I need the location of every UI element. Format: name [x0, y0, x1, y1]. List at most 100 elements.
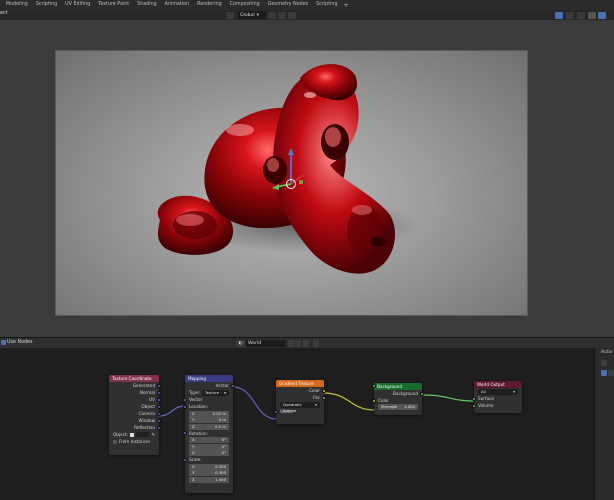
object-menu[interactable]: ect: [0, 11, 7, 16]
eyedropper-icon[interactable]: ✎: [151, 431, 155, 438]
use-nodes-checkbox[interactable]: [1, 340, 6, 345]
output-reflection: Reflection: [109, 424, 161, 431]
pivot-icon[interactable]: [268, 12, 276, 19]
rotation-y-field[interactable]: Y 0°: [189, 443, 229, 450]
output-generated: Generated: [109, 382, 161, 389]
background-node[interactable]: Background Background Color Strength 1.00…: [372, 383, 424, 415]
from-instancer-checkbox[interactable]: [113, 439, 117, 444]
scale-y-field[interactable]: Y 0.300: [189, 470, 229, 476]
scale-x-field[interactable]: X 0.300: [189, 463, 229, 470]
tab-animation[interactable]: Animation: [161, 0, 193, 10]
output-uv: UV: [109, 396, 161, 403]
socket-strength-in[interactable]: [372, 384, 376, 388]
pin-icon[interactable]: [313, 340, 319, 347]
chevron-down-icon: ▾: [224, 389, 226, 395]
overlay-icon[interactable]: [566, 12, 574, 19]
tab-modeling[interactable]: Modeling: [2, 0, 32, 10]
tab-rendering[interactable]: Rendering: [193, 0, 226, 10]
socket-background-out[interactable]: [420, 391, 424, 396]
tab-texture-paint[interactable]: Texture Paint: [94, 0, 133, 10]
socket-window[interactable]: [157, 418, 161, 423]
socket-gradient-color-out[interactable]: [322, 388, 326, 393]
link-mapping-to-gradient[interactable]: [232, 386, 277, 420]
socket-generated[interactable]: [157, 383, 161, 388]
socket-mapping-vector-out[interactable]: [231, 383, 235, 388]
mapping-node[interactable]: Mapping Vector Type: Texture ▾ Vector Loc…: [183, 375, 235, 493]
orientation-label: Global: [240, 12, 255, 18]
world-output-node[interactable]: World Output All ▾ Surface Volume: [472, 381, 522, 413]
gradient-texture-title: Gradient Texture: [276, 380, 324, 387]
location-label-row: Location:: [183, 403, 233, 410]
tab-compositing[interactable]: Compositing: [226, 0, 264, 10]
socket-mapping-vector-in[interactable]: [183, 397, 187, 402]
shading-solid-icon[interactable]: [588, 12, 596, 19]
world-icon[interactable]: ◐: [236, 340, 245, 347]
use-nodes-label: Use Nodes: [7, 340, 33, 345]
unlink-icon[interactable]: [303, 340, 309, 347]
socket-background-color-in[interactable]: [372, 398, 376, 403]
background-color-input: Color: [372, 397, 422, 404]
new-world-icon[interactable]: [295, 340, 301, 347]
orientation-icon[interactable]: [226, 12, 234, 19]
socket-camera[interactable]: [157, 411, 161, 416]
socket-uv[interactable]: [157, 397, 161, 402]
output-normal: Normal: [109, 389, 161, 396]
socket-gradient-fac-out[interactable]: [322, 395, 326, 400]
add-workspace-button[interactable]: +: [342, 2, 349, 9]
socket-location-in[interactable]: [183, 404, 187, 409]
tool-option-icon[interactable]: [608, 370, 614, 376]
shader-node-editor[interactable]: Texture Coordinate Generated Normal UV O…: [0, 348, 614, 500]
output-object: Object: [109, 403, 161, 410]
active-tool-label: Activ: [601, 350, 613, 355]
socket-object[interactable]: [157, 404, 161, 409]
link-camera-to-vector[interactable]: [158, 405, 186, 417]
world-output-surface: Surface: [472, 395, 522, 402]
texture-coordinate-node[interactable]: Texture Coordinate Generated Normal UV O…: [109, 375, 161, 455]
socket-normal[interactable]: [157, 390, 161, 395]
suzanne-monkey-render: [157, 64, 420, 274]
background-title: Background: [374, 383, 422, 390]
gradient-texture-node[interactable]: Gradient Texture Color Fac Quadratic Sph…: [274, 380, 326, 424]
background-strength-field[interactable]: Strength 1.000: [372, 384, 418, 410]
socket-volume-in[interactable]: [472, 403, 476, 408]
properties-side-panel: Activ: [594, 348, 614, 500]
scale-label-row: Scale:: [183, 456, 233, 463]
tab-sculpting[interactable]: Scripting: [32, 0, 61, 10]
tab-scripting[interactable]: Scripting: [312, 0, 341, 10]
object-row: Object: ✎: [113, 431, 155, 438]
mapping-vector-input: Vector: [183, 396, 233, 403]
link-gradient-to-background[interactable]: [322, 392, 375, 411]
tab-shading[interactable]: Shading: [133, 0, 161, 10]
mapping-title: Mapping: [185, 375, 233, 382]
viewport-gizmo-icon[interactable]: [555, 12, 563, 19]
select-tool-icon[interactable]: [601, 370, 607, 376]
fake-user-icon[interactable]: [288, 340, 294, 347]
blender-window: { "workspace_tabs": ["Modeling", "Script…: [0, 0, 614, 500]
node-links: [158, 386, 475, 420]
snap-icon[interactable]: [278, 12, 286, 19]
world-datablock-field[interactable]: World: [246, 340, 286, 347]
mapping-type-dropdown[interactable]: Texture ▾: [202, 389, 229, 396]
object-field[interactable]: [135, 432, 150, 437]
socket-rotation-in[interactable]: [183, 431, 187, 435]
chevron-down-icon: ▾: [256, 12, 259, 18]
location-y-field[interactable]: Y0 m: [189, 417, 229, 423]
shading-rendered-icon[interactable]: [598, 12, 606, 19]
proportional-edit-icon[interactable]: [288, 12, 296, 19]
rotation-x-field[interactable]: X 0°: [189, 437, 229, 443]
tab-uv-editing[interactable]: UV Editing: [61, 0, 94, 10]
link-background-to-surface[interactable]: [421, 394, 475, 402]
location-x-field[interactable]: X 0.02 m: [189, 410, 229, 417]
socket-surface-in[interactable]: [472, 396, 476, 401]
transform-orientation-dropdown[interactable]: Global ▾: [238, 11, 266, 19]
socket-gradient-vector-in[interactable]: [274, 409, 278, 414]
background-output: Background: [374, 390, 424, 397]
socket-scale-in[interactable]: [183, 457, 187, 462]
cursor-tool-icon[interactable]: [601, 360, 607, 366]
scale-z-field[interactable]: Z 1.000: [189, 476, 229, 483]
world-output-volume: Volume: [472, 402, 522, 409]
3d-viewport[interactable]: [0, 20, 614, 337]
tab-geometry-nodes[interactable]: Geometry Nodes: [264, 0, 312, 10]
socket-reflection[interactable]: [157, 425, 161, 430]
xray-icon[interactable]: [577, 12, 585, 19]
